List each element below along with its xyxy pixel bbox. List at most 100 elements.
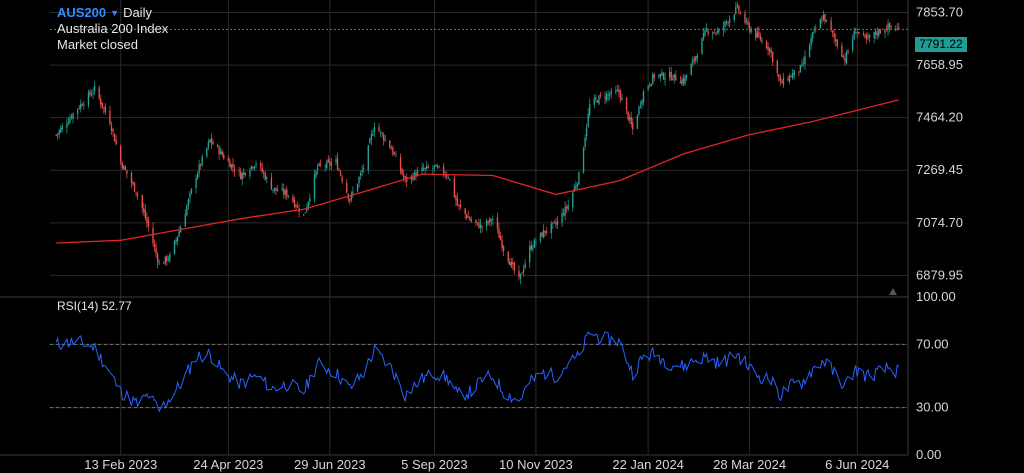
candle-body	[490, 219, 493, 222]
candle-body	[143, 208, 145, 212]
candle-body	[879, 29, 882, 34]
candle-body	[561, 212, 563, 223]
candle-body	[608, 94, 611, 96]
candle-body	[379, 131, 382, 133]
candle-body	[868, 34, 871, 38]
candle-body	[802, 62, 805, 64]
candle-body	[647, 86, 649, 90]
candle-body	[890, 26, 892, 28]
candle-body	[187, 199, 190, 207]
candle-body	[851, 39, 854, 51]
chart-canvas[interactable]: 7853.70 7658.95 7464.20 7269.45 7074.70 6879.…	[0, 0, 1024, 473]
candle-body	[496, 217, 499, 229]
candle-body	[770, 50, 772, 53]
candle-body	[552, 222, 554, 224]
candle-body	[241, 173, 243, 180]
candle-body	[89, 91, 91, 95]
candle-body	[164, 256, 167, 264]
candle-body	[173, 240, 176, 254]
candle-body	[725, 21, 728, 23]
candle-body	[60, 128, 62, 133]
candle-body	[80, 103, 82, 109]
candle-body	[632, 122, 634, 130]
candle-body	[195, 178, 197, 188]
interval-label[interactable]: Daily	[123, 5, 152, 20]
candle-body	[641, 100, 643, 105]
candle-body	[593, 98, 596, 105]
candle-body	[335, 159, 337, 162]
candle-body	[855, 32, 857, 34]
candle-body	[509, 261, 511, 266]
candle-body	[447, 177, 449, 179]
candle-body	[287, 195, 290, 197]
candle-body	[455, 196, 457, 201]
candle-body	[587, 113, 589, 127]
candle-body	[341, 176, 343, 182]
candle-body	[830, 20, 832, 30]
candle-body	[212, 141, 214, 145]
candle-body	[596, 100, 599, 103]
candle-body	[862, 33, 865, 35]
time-tick-label: 5 Sep 2023	[401, 457, 468, 472]
candle-body	[393, 152, 396, 155]
candle-body	[392, 147, 394, 155]
candle-body	[875, 31, 877, 35]
candle-body	[518, 271, 520, 278]
candle-body	[58, 130, 60, 134]
candle-body	[307, 201, 310, 208]
candle-body	[627, 111, 629, 120]
candle-body	[470, 219, 473, 222]
candle-body	[252, 167, 254, 169]
candle-body	[432, 167, 434, 169]
candle-body	[198, 164, 200, 173]
candle-body	[615, 90, 617, 93]
candle-body	[153, 243, 156, 248]
candle-body	[244, 173, 246, 176]
candle-body	[100, 98, 102, 105]
candle-body	[436, 166, 439, 168]
candle-body	[453, 177, 456, 198]
candle-body	[361, 170, 363, 173]
candle-body	[781, 81, 783, 84]
candle-body	[176, 236, 179, 242]
candle-body	[424, 167, 426, 170]
candle-body	[281, 188, 283, 191]
candle-body	[404, 176, 406, 179]
scroll-to-latest-icon[interactable]	[889, 288, 897, 295]
symbol-name[interactable]: AUS200	[57, 5, 106, 20]
candle-body	[788, 75, 791, 82]
candle-body	[152, 228, 154, 244]
chevron-down-icon[interactable]: ▼	[110, 8, 119, 18]
candle-body	[607, 94, 609, 96]
candle-body	[541, 232, 543, 237]
rsi-tick-label: 0.00	[916, 447, 941, 462]
candle-body	[519, 273, 522, 279]
candle-body	[263, 172, 265, 174]
candle-body	[104, 106, 107, 113]
candle-body	[585, 127, 588, 137]
candle-body	[865, 34, 868, 40]
candle-body	[359, 172, 362, 176]
candle-body	[324, 165, 326, 167]
candle-body	[756, 32, 759, 38]
candle-body	[507, 251, 509, 262]
candle-body	[449, 178, 451, 180]
candle-body	[630, 117, 632, 125]
candle-body	[230, 164, 233, 169]
candle-body	[550, 223, 552, 234]
candle-body	[639, 105, 642, 107]
candle-body	[136, 194, 139, 196]
symbol-header[interactable]: AUS200 ▼ Daily	[57, 5, 152, 21]
candle-body	[695, 56, 697, 62]
candle-body	[771, 52, 774, 62]
candle-body	[847, 50, 849, 52]
candle-body	[186, 206, 188, 216]
candle-body	[61, 125, 64, 130]
candle-body	[313, 174, 316, 199]
candle-body	[238, 170, 240, 172]
candle-body	[765, 41, 768, 49]
candle-body	[232, 163, 234, 168]
candle-body	[564, 206, 566, 217]
candle-body	[433, 165, 436, 167]
candle-body	[121, 162, 123, 169]
